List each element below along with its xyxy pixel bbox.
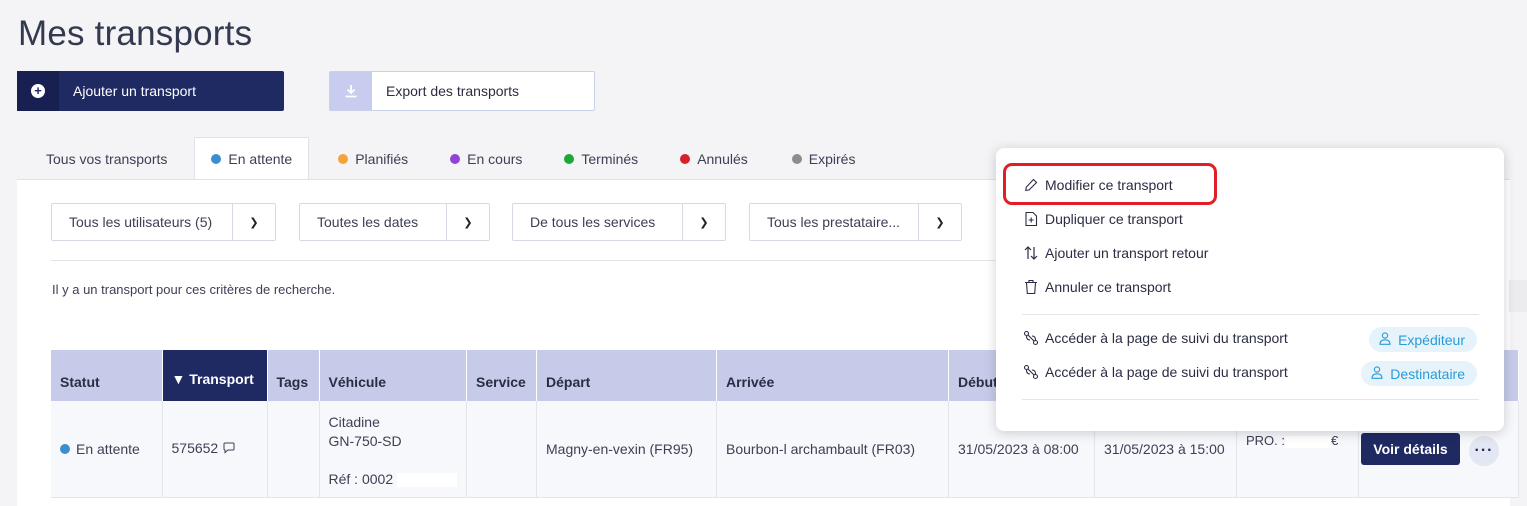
menu-item-label: Ajouter un transport retour (1045, 245, 1209, 261)
add-transport-label: Ajouter un transport (73, 83, 196, 99)
column-header-status[interactable]: Statut (51, 350, 163, 401)
menu-item-add-return[interactable]: Ajouter un transport retour (1022, 244, 1208, 262)
vehicle-ref: Réf : 0002 (328, 470, 394, 487)
status-dot-icon (450, 153, 461, 164)
sender-label: Expéditeur (1398, 331, 1465, 348)
tab-label: Annulés (697, 150, 748, 167)
route-icon (1022, 329, 1040, 347)
export-transports-label: Export des transports (386, 83, 520, 99)
tab-expired[interactable]: Expirés (772, 137, 880, 180)
duplicate-icon (1022, 210, 1040, 228)
chevron-down-icon: ❯ (918, 204, 961, 240)
route-icon (1022, 363, 1040, 381)
tab-planned[interactable]: Planifiés (309, 137, 432, 180)
cell-departure: Magny-en-vexin (FR95) (536, 401, 717, 498)
filter-dates[interactable]: Toutes les dates ❯ (299, 203, 490, 241)
tab-all[interactable]: Tous vos transports (17, 137, 194, 180)
status-tabs: Tous vos transports En attente Planifiés… (17, 137, 879, 180)
filter-providers[interactable]: Tous les prestataire... ❯ (749, 203, 962, 241)
scroll-edge (1509, 280, 1527, 312)
filter-providers-label: Tous les prestataire... (767, 214, 901, 230)
filter-users[interactable]: Tous les utilisateurs (5) ❯ (51, 203, 276, 241)
download-icon (330, 72, 372, 110)
page-title: Mes transports (18, 14, 253, 53)
tab-label: Tous vos transports (46, 150, 168, 167)
cell-transport: 575652 (162, 401, 268, 498)
tab-pending[interactable]: En attente (194, 137, 310, 180)
status-dot-icon (791, 153, 802, 164)
column-header-service[interactable]: Service (466, 350, 537, 401)
menu-item-label: Annuler ce transport (1045, 279, 1172, 295)
menu-divider (1022, 399, 1479, 400)
filter-services[interactable]: De tous les services ❯ (512, 203, 726, 241)
status-dot-icon (211, 154, 222, 164)
add-transport-button[interactable]: + Ajouter un transport (17, 71, 284, 111)
cell-arrival: Bourbon-l archambault (FR03) (716, 401, 949, 498)
highlight-annotation (1003, 163, 1217, 205)
export-transports-button[interactable]: Export des transports (329, 71, 595, 111)
menu-item-label: Accéder à la page de suivi du transport (1045, 330, 1288, 346)
trash-icon (1022, 278, 1040, 296)
recipient-label: Destinataire (1390, 365, 1465, 382)
column-header-vehicle[interactable]: Véhicule (319, 350, 467, 401)
tab-label: Planifiés (355, 150, 409, 167)
column-header-arrival[interactable]: Arrivée (716, 350, 949, 401)
chevron-down-icon: ❯ (682, 204, 725, 240)
menu-divider (1022, 314, 1479, 315)
comment-icon[interactable] (222, 441, 236, 457)
plus-circle-icon: + (31, 84, 45, 98)
redaction-mask (397, 473, 457, 488)
tab-label: En attente (228, 151, 293, 167)
cell-service (466, 401, 537, 498)
cell-tags (267, 401, 320, 498)
menu-item-duplicate[interactable]: Dupliquer ce transport (1022, 210, 1183, 228)
sender-badge[interactable]: Expéditeur (1369, 327, 1477, 352)
menu-item-cancel[interactable]: Annuler ce transport (1022, 278, 1171, 296)
menu-item-label: Dupliquer ce transport (1045, 211, 1183, 227)
filter-users-label: Tous les utilisateurs (5) (69, 214, 213, 230)
more-icon[interactable]: ··· (1469, 436, 1499, 466)
view-details-button[interactable]: Voir détails (1361, 433, 1460, 465)
user-icon (1379, 331, 1391, 348)
results-count-text: Il y a un transport pour ces critères de… (52, 282, 336, 297)
menu-item-label: Accéder à la page de suivi du transport (1045, 364, 1288, 380)
chevron-down-icon: ❯ (446, 204, 489, 240)
tab-in-progress[interactable]: En cours (432, 137, 546, 180)
vehicle-type: Citadine (328, 413, 380, 430)
recipient-badge[interactable]: Destinataire (1361, 361, 1477, 386)
filter-services-label: De tous les services (530, 214, 656, 230)
vehicle-plate: GN-750-SD (328, 432, 402, 449)
status-dot-icon (338, 153, 349, 164)
price-currency: € (1331, 433, 1339, 448)
chevron-down-icon: ❯ (232, 204, 275, 240)
tab-label: En cours (467, 150, 523, 167)
column-header-departure[interactable]: Départ (536, 350, 717, 401)
divider (51, 260, 1001, 261)
column-header-transport[interactable]: ▼ Transport (162, 350, 268, 401)
swap-arrows-icon (1022, 244, 1040, 262)
filter-dates-label: Toutes les dates (317, 214, 419, 230)
price-label: PRO. : (1246, 433, 1286, 448)
status-dot-icon (680, 153, 691, 164)
transport-id: 575652 (171, 440, 219, 457)
cell-vehicle: Citadine GN-750-SD Réf : 0002 (319, 401, 467, 498)
status-dot-icon (564, 153, 575, 164)
tab-cancelled[interactable]: Annulés (662, 137, 772, 180)
redaction-mask (1285, 435, 1332, 448)
tab-label: Terminés (581, 150, 639, 167)
menu-item-tracking-sender[interactable]: Accéder à la page de suivi du transport (1022, 329, 1288, 347)
tab-finished[interactable]: Terminés (546, 137, 662, 180)
tab-label: Expirés (808, 150, 856, 167)
cell-status: En attente (51, 401, 163, 498)
status-text: En attente (76, 440, 140, 457)
menu-item-tracking-recipient[interactable]: Accéder à la page de suivi du transport (1022, 363, 1288, 381)
user-icon (1371, 365, 1383, 382)
status-dot-icon (60, 443, 70, 454)
column-header-tags[interactable]: Tags (267, 350, 320, 401)
